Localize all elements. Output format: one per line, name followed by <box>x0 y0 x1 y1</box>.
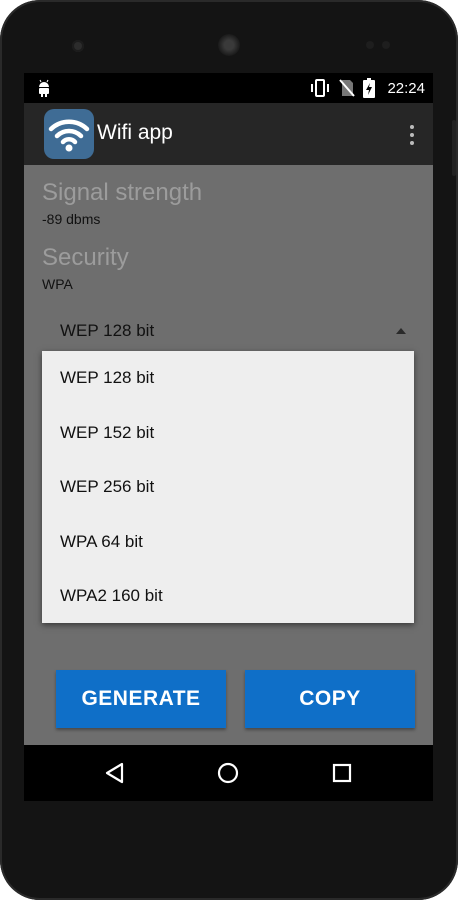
encryption-spinner[interactable]: WEP 128 bit <box>42 313 414 353</box>
security-value: WPA <box>42 276 73 292</box>
wifi-icon <box>44 109 94 159</box>
home-icon[interactable] <box>216 761 240 785</box>
recents-icon[interactable] <box>330 761 354 785</box>
signal-strength-label: Signal strength <box>42 179 203 206</box>
dropdown-option[interactable]: WPA 64 bit <box>42 515 414 570</box>
dropdown-option[interactable]: WEP 256 bit <box>42 460 414 515</box>
vibrate-icon <box>311 79 330 97</box>
overflow-menu-icon[interactable] <box>409 123 415 147</box>
screen: 22:24 Wifi app Signal strength -89 dbms … <box>24 73 433 801</box>
proximity-sensor <box>366 41 374 49</box>
generate-button[interactable]: GENERATE <box>56 670 226 728</box>
light-sensor <box>382 41 390 49</box>
dropdown-option[interactable]: WEP 152 bit <box>42 406 414 461</box>
back-icon[interactable] <box>103 761 127 785</box>
navigation-bar <box>24 745 433 801</box>
front-camera <box>72 40 84 52</box>
dropdown-option[interactable]: WPA2 160 bit <box>42 569 414 624</box>
power-button <box>452 120 456 176</box>
phone-frame: 22:24 Wifi app Signal strength -89 dbms … <box>0 0 458 900</box>
dropdown-option[interactable]: WEP 128 bit <box>42 351 414 406</box>
earpiece-speaker <box>218 34 240 56</box>
status-time: 22:24 <box>387 79 425 97</box>
copy-button[interactable]: COPY <box>245 670 415 728</box>
status-bar: 22:24 <box>24 73 433 103</box>
security-label: Security <box>42 244 129 271</box>
battery-charging-icon <box>363 78 376 98</box>
spinner-selected-value: WEP 128 bit <box>60 321 155 340</box>
app-bar: Wifi app <box>24 103 433 165</box>
android-icon <box>39 79 49 97</box>
encryption-dropdown-list: WEP 128 bit WEP 152 bit WEP 256 bit WPA … <box>42 351 414 623</box>
signal-strength-value: -89 dbms <box>42 211 101 227</box>
app-title: Wifi app <box>97 121 173 144</box>
dropdown-arrow-icon <box>396 328 406 334</box>
no-sim-icon <box>339 79 356 97</box>
